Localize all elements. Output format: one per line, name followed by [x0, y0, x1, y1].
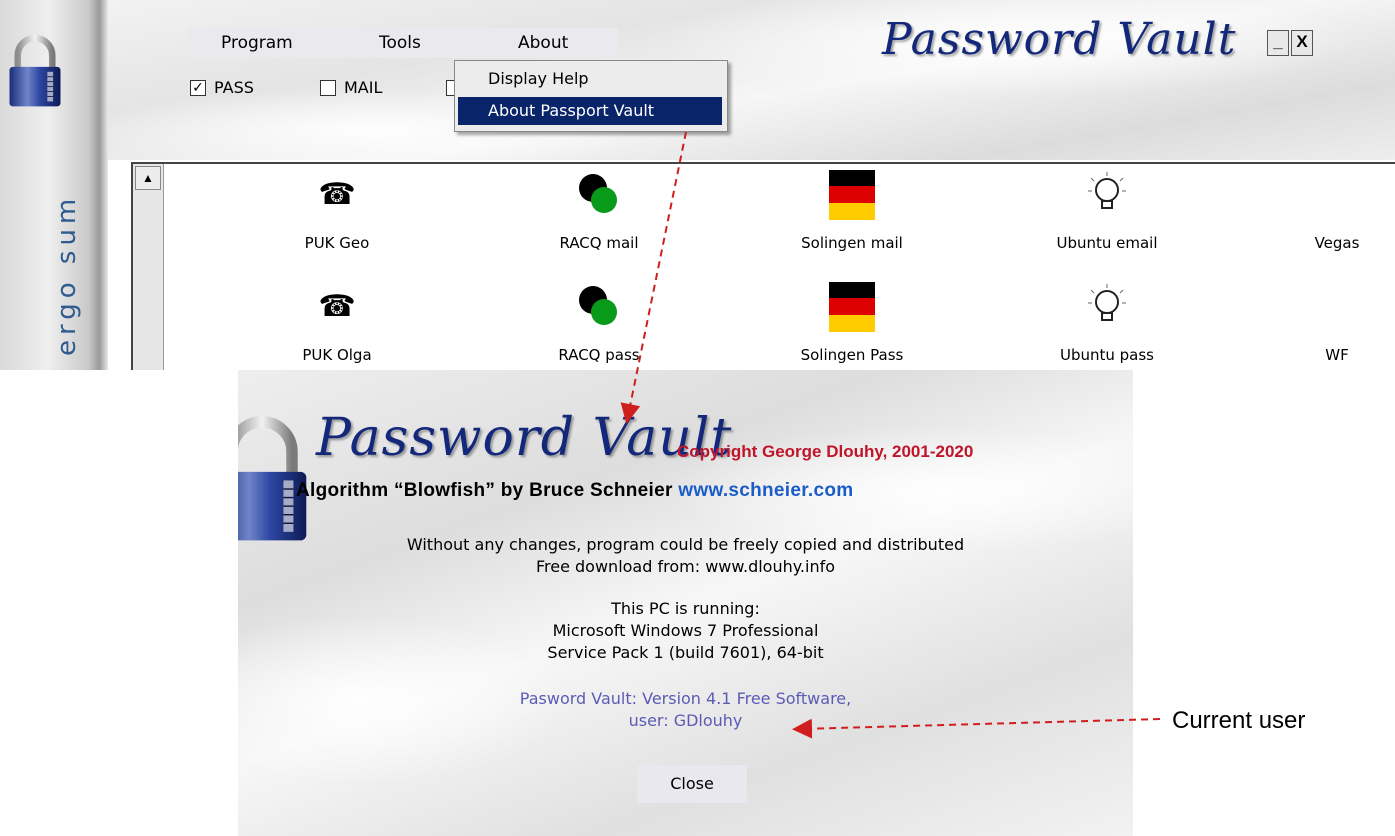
arrow-to-current-user: [792, 718, 1161, 739]
current-user-annotation: Current user: [1172, 707, 1306, 734]
arrow-to-about-dialog: [620, 131, 687, 424]
